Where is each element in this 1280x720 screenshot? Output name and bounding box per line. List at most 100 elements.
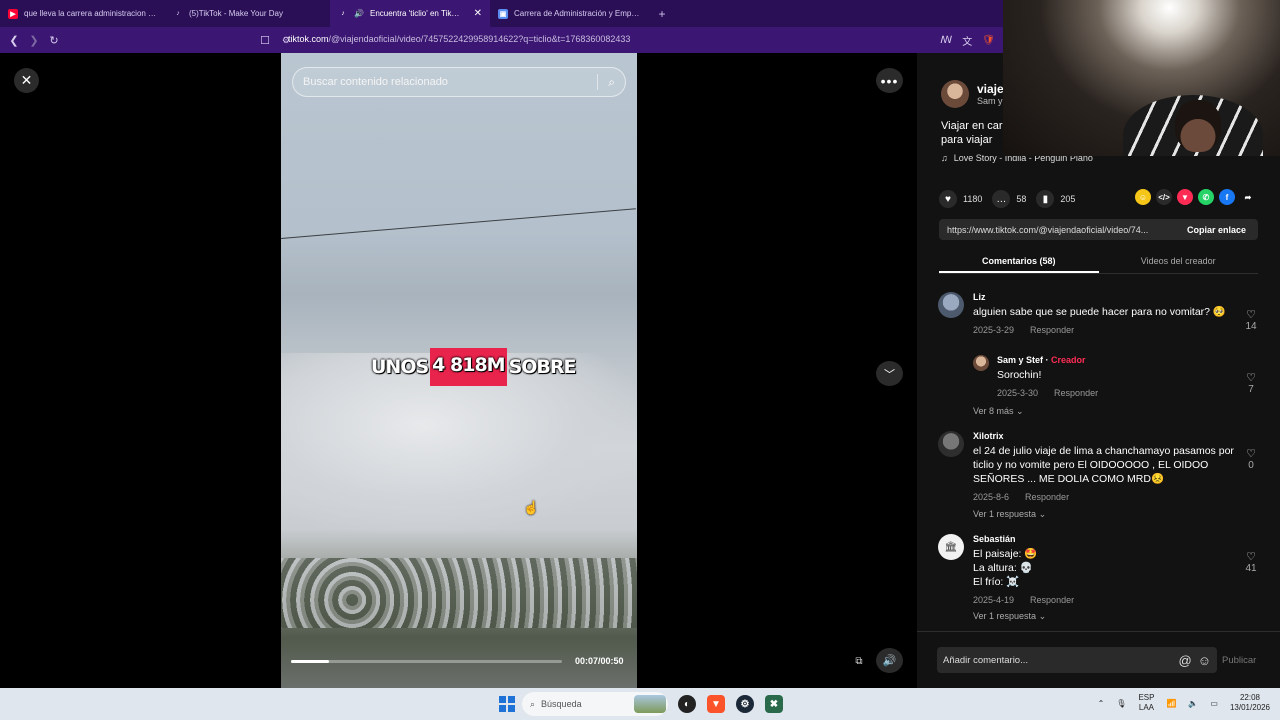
- ellipsis-icon: •••: [880, 72, 899, 89]
- tab-youtube[interactable]: ▶ que lleva la carrera administracion d.…: [0, 0, 165, 27]
- language-indicator[interactable]: ESP LAA: [1138, 693, 1154, 713]
- facebook-icon[interactable]: f: [1219, 189, 1235, 205]
- comment-author[interactable]: Liz: [973, 292, 1243, 302]
- app-icon[interactable]: ◐: [678, 695, 696, 713]
- reply-button[interactable]: Responder: [1025, 492, 1069, 502]
- tiktok-icon: ♪: [341, 10, 345, 17]
- app-icon[interactable]: ✖: [765, 695, 783, 713]
- video-progress-bar[interactable]: [291, 660, 562, 663]
- related-search-input[interactable]: [303, 76, 598, 88]
- avatar[interactable]: [973, 355, 989, 371]
- translate-icon[interactable]: 文: [962, 33, 972, 48]
- reply-button[interactable]: Responder: [1054, 388, 1098, 398]
- view-more-label: Ver 8 más: [973, 406, 1014, 416]
- reader-mode-icon[interactable]: ꟿ: [940, 35, 952, 46]
- close-video-button[interactable]: ✕: [14, 68, 39, 93]
- comment-date: 2025-8-6: [973, 492, 1010, 502]
- comment-like[interactable]: ♡ 41: [1244, 550, 1258, 574]
- next-video-button[interactable]: ﹀: [876, 361, 903, 386]
- comment-date: 2025-3-30: [997, 388, 1039, 398]
- search-highlight-thumbnail: [634, 695, 666, 713]
- windows-start-icon[interactable]: [499, 696, 515, 712]
- share-link[interactable]: https://www.tiktok.com/@viajendaoficial/…: [939, 225, 1175, 235]
- comment-like[interactable]: ♡ 14: [1244, 308, 1258, 332]
- forward-icon[interactable]: ❯: [24, 34, 44, 47]
- whatsapp-icon[interactable]: ✆: [1198, 189, 1214, 205]
- emoji-icon[interactable]: ☺: [1198, 653, 1211, 668]
- creator-name[interactable]: viaje: [977, 82, 1004, 96]
- volume-icon[interactable]: 🔈: [1188, 699, 1198, 708]
- tab-title: Encuentra 'ticlio' en TikTok | B: [370, 9, 462, 18]
- picture-in-picture-button[interactable]: ⧉: [849, 652, 869, 670]
- video-player[interactable]: ⌕ UNOS 4 818M SOBRE ☝ 00:07/00:50: [281, 53, 637, 688]
- share-repost-icon[interactable]: ☺: [1135, 189, 1151, 205]
- copy-link-button[interactable]: Copiar enlace: [1175, 225, 1258, 235]
- screen: ▶ que lleva la carrera administracion d.…: [0, 0, 1280, 720]
- bookmark-icon: ▮: [1036, 190, 1055, 208]
- embed-icon[interactable]: </>: [1156, 189, 1172, 205]
- battery-icon[interactable]: ▭: [1210, 699, 1218, 708]
- new-tab-button[interactable]: +: [650, 7, 674, 21]
- steam-icon[interactable]: ⚙: [736, 695, 754, 713]
- volume-button[interactable]: 🔊: [876, 648, 903, 673]
- mention-icon[interactable]: @: [1179, 653, 1192, 668]
- tab-comments[interactable]: Comentarios (58): [939, 250, 1099, 273]
- save-button[interactable]: ▮ 205: [1036, 190, 1075, 208]
- like-button[interactable]: ♥ 1180: [939, 190, 982, 208]
- comment-author[interactable]: Xilotrix: [973, 431, 1243, 441]
- chevron-up-icon[interactable]: ⌃: [1098, 699, 1105, 708]
- heart-outline-icon: ♡: [1246, 309, 1256, 321]
- bookmark-icon[interactable]: ☐: [255, 34, 275, 47]
- hand-cursor-icon: ☝: [523, 500, 540, 515]
- comment-author[interactable]: Sam y Stef: [997, 355, 1043, 365]
- creator-info[interactable]: viaje Sam y: [941, 80, 1004, 108]
- view-replies[interactable]: Ver 1 respuesta ⌄: [973, 509, 1046, 520]
- publish-button[interactable]: Publicar: [1222, 655, 1256, 666]
- avatar[interactable]: [938, 431, 964, 457]
- video-caption: UNOS 4 818M SOBRE: [371, 348, 577, 386]
- tab-title: (5)TikTok - Make Your Day: [189, 9, 283, 18]
- brave-browser-icon[interactable]: ▼: [707, 695, 725, 713]
- divider: [597, 74, 599, 90]
- microphone-icon[interactable]: 🎙: [1116, 699, 1126, 708]
- tab-title: Carrera de Administración y Empren...: [514, 9, 642, 18]
- avatar[interactable]: [941, 80, 969, 108]
- brave-shield-icon[interactable]: 🛡: [982, 35, 995, 46]
- comment-like[interactable]: ♡ 0: [1244, 447, 1258, 471]
- comment-composer: @ ☺ Publicar: [937, 647, 1257, 673]
- tab-creator-videos[interactable]: Videos del creador: [1099, 250, 1259, 273]
- comment-button[interactable]: … 58: [992, 190, 1026, 208]
- view-replies[interactable]: Ver 1 respuesta ⌄: [973, 611, 1046, 622]
- more-options-button[interactable]: •••: [876, 68, 903, 93]
- back-icon[interactable]: ❮: [4, 34, 24, 47]
- os-taskbar: ⌕ Búsqueda ◐ ▼ ⚙ ✖ ⌃ 🎙 ESP LAA 📶 🔈 ▭ 22:0…: [0, 688, 1280, 720]
- comment-input[interactable]: [943, 654, 1173, 666]
- view-more-replies[interactable]: Ver 8 más ⌄: [973, 406, 1024, 417]
- wifi-icon[interactable]: 📶: [1166, 699, 1176, 708]
- reload-icon[interactable]: ↻: [44, 34, 64, 47]
- comment-like[interactable]: ♡ 7: [1244, 371, 1258, 395]
- caption-text: UNOS: [371, 356, 429, 378]
- reply-button[interactable]: Responder: [1030, 595, 1074, 605]
- close-tab-icon[interactable]: ✕: [474, 8, 482, 19]
- divider: [917, 631, 1280, 632]
- tab-tiktok-home[interactable]: ♪ (5)TikTok - Make Your Day: [165, 0, 330, 27]
- comment-like-count: 41: [1245, 563, 1257, 574]
- comment-author[interactable]: Sebastián: [973, 534, 1243, 544]
- url-domain: tiktok.com: [288, 34, 329, 44]
- taskbar-search[interactable]: ⌕ Búsqueda: [522, 692, 668, 716]
- reply-button[interactable]: Responder: [1030, 325, 1074, 335]
- view-replies-label: Ver 1 respuesta: [973, 509, 1037, 519]
- avatar[interactable]: [938, 292, 964, 318]
- clock-time: 22:08: [1239, 693, 1260, 702]
- search-icon[interactable]: ⌕: [608, 75, 615, 90]
- share-arrow-icon[interactable]: ➦: [1240, 189, 1256, 205]
- tab-tiktok-search[interactable]: ♪ 🔊 Encuentra 'ticlio' en TikTok | B ✕: [330, 0, 490, 27]
- tab-carrera[interactable]: ▣ Carrera de Administración y Empren...: [490, 0, 650, 27]
- send-icon[interactable]: ▼: [1177, 189, 1193, 205]
- url-text[interactable]: tiktok.com/@viajendaoficial/video/745752…: [288, 34, 630, 44]
- comment-text: Sorochin!: [997, 369, 1042, 381]
- video-scene-shrubs: [281, 558, 637, 628]
- clock[interactable]: 22:08 13/01/2026: [1230, 693, 1270, 713]
- avatar[interactable]: 🏛: [938, 534, 964, 560]
